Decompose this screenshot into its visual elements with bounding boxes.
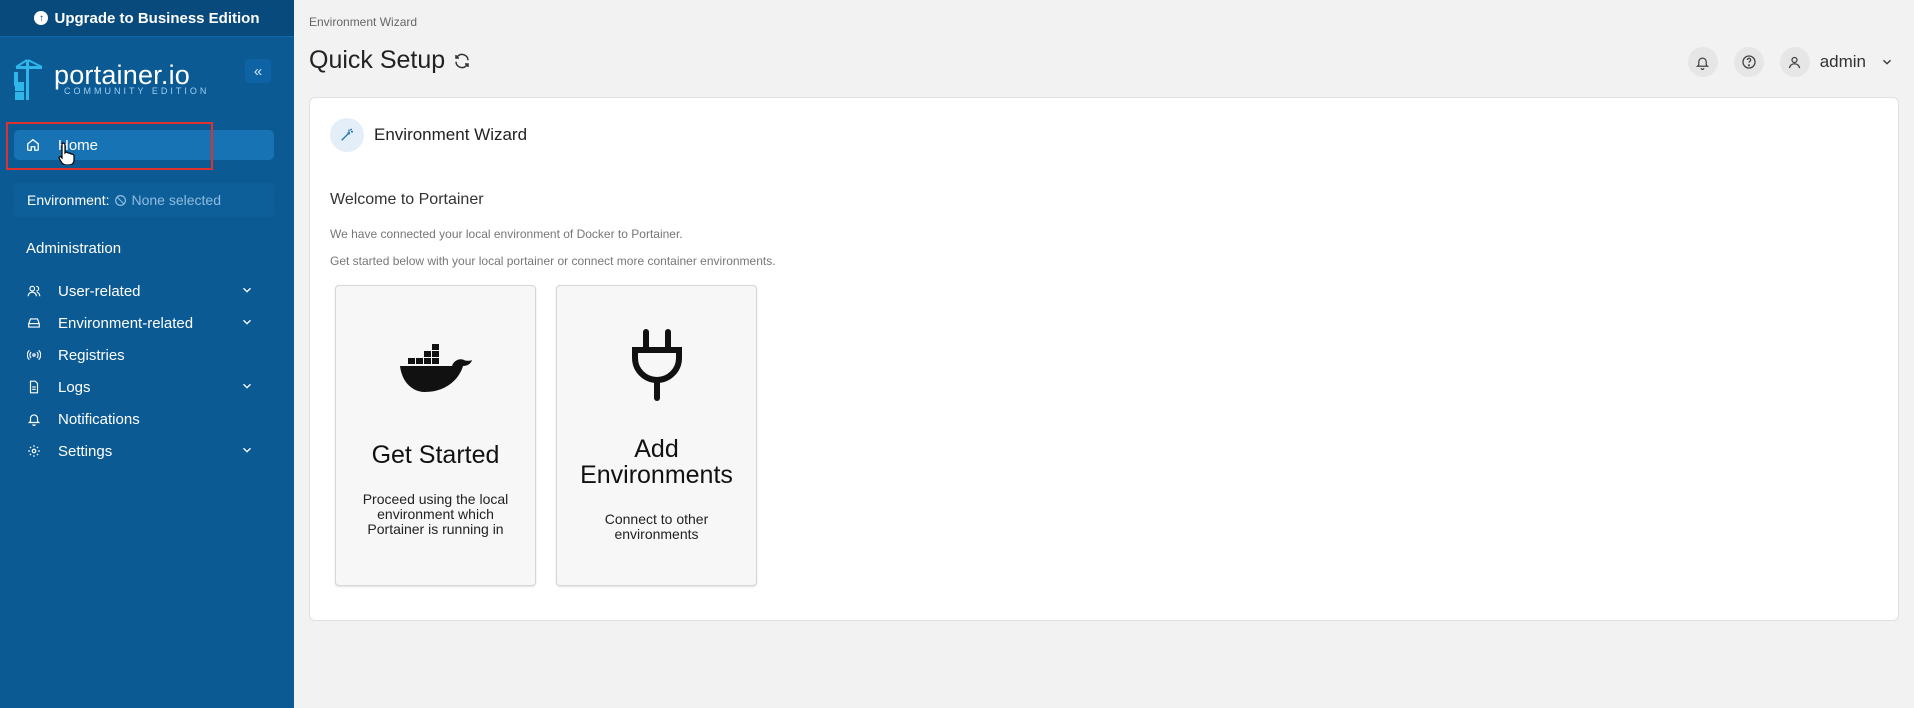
file-text-icon xyxy=(26,379,42,395)
sidebar-item-label: Registries xyxy=(58,346,125,364)
description-line-2: Get started below with your local portai… xyxy=(330,254,776,268)
collapse-sidebar-button[interactable]: « xyxy=(245,59,271,83)
description-line-1: We have connected your local environment… xyxy=(330,227,683,241)
sidebar-item-label: Environment-related xyxy=(58,314,194,332)
help-circle-icon xyxy=(1742,55,1756,69)
help-button[interactable] xyxy=(1733,47,1764,77)
sidebar-item-notifications[interactable]: Notifications xyxy=(14,403,274,435)
notifications-button[interactable] xyxy=(1687,47,1718,77)
add-environments-card[interactable]: Add Environments Connect to other enviro… xyxy=(556,285,757,586)
environment-wizard-panel: Environment Wizard Welcome to Portainer … xyxy=(309,97,1899,621)
page-title-text: Quick Setup xyxy=(309,46,446,74)
logo-subtitle: COMMUNITY EDITION xyxy=(64,86,210,96)
refresh-icon[interactable] xyxy=(453,52,471,70)
sidebar-item-label: User-related xyxy=(58,282,141,300)
user-icon xyxy=(1789,56,1801,68)
chevron-down-icon xyxy=(243,319,251,325)
arrow-up-circle-icon: ↑ xyxy=(34,11,49,25)
environment-selector[interactable]: Environment: None selected xyxy=(14,183,274,217)
portainer-logo[interactable]: portainer.io COMMUNITY EDITION xyxy=(12,56,282,106)
sidebar-item-environment-related[interactable]: Environment-related xyxy=(14,307,274,339)
sidebar-item-logs[interactable]: Logs xyxy=(14,371,274,403)
environment-label: Environment: xyxy=(27,192,110,208)
sidebar-item-label: Notifications xyxy=(58,410,140,428)
sidebar-item-registries[interactable]: Registries xyxy=(14,339,274,371)
hand-cursor-icon xyxy=(58,142,75,165)
user-toolbar: admin xyxy=(1672,47,1894,77)
card-title: Add Environments xyxy=(580,435,733,489)
user-avatar[interactable] xyxy=(1779,47,1810,77)
gear-icon xyxy=(26,443,42,459)
plug-icon xyxy=(631,329,682,401)
get-started-card[interactable]: Get Started Proceed using the local envi… xyxy=(335,285,536,586)
radio-icon xyxy=(26,347,42,363)
breadcrumb: Environment Wizard xyxy=(309,15,418,29)
chevron-down-icon[interactable] xyxy=(1880,55,1894,69)
card-description: Connect to other environments xyxy=(604,511,709,542)
chevron-down-icon xyxy=(243,447,251,453)
chevrons-left-icon: « xyxy=(253,62,263,80)
upgrade-banner[interactable]: ↑ Upgrade to Business Edition xyxy=(0,0,294,37)
administration-heading: Administration xyxy=(26,240,122,257)
bell-icon xyxy=(26,411,42,427)
user-name[interactable]: admin xyxy=(1820,52,1866,72)
panel-title: Environment Wizard xyxy=(374,125,528,144)
sidebar-item-home[interactable]: Home xyxy=(14,130,274,160)
panel-header: Environment Wizard xyxy=(330,118,527,152)
page-title: Quick Setup xyxy=(309,46,471,75)
portainer-crane-icon xyxy=(14,59,43,100)
sidebar-item-label: Logs xyxy=(58,378,91,396)
docker-whale-icon xyxy=(399,344,472,392)
wand-icon xyxy=(330,118,364,152)
sidebar-item-settings[interactable]: Settings xyxy=(14,435,274,467)
bell-icon xyxy=(1696,57,1710,70)
upgrade-label: Upgrade to Business Edition xyxy=(54,9,260,27)
environment-value: None selected xyxy=(131,192,221,208)
hard-drive-icon xyxy=(26,315,42,331)
users-icon xyxy=(26,283,42,299)
chevron-down-icon xyxy=(243,287,251,293)
main-content: Environment Wizard Quick Setup admin Env… xyxy=(294,0,1914,708)
ban-icon xyxy=(115,194,127,206)
welcome-heading: Welcome to Portainer xyxy=(330,191,484,208)
chevron-down-icon xyxy=(243,383,251,389)
sidebar: ↑ Upgrade to Business Edition portainer.… xyxy=(0,0,294,708)
admin-menu: User-related Environment-related Registr… xyxy=(14,275,274,467)
sidebar-item-label: Settings xyxy=(58,442,113,460)
sidebar-item-user-related[interactable]: User-related xyxy=(14,275,274,307)
home-icon xyxy=(26,138,42,152)
card-description: Proceed using the local environment whic… xyxy=(362,491,509,537)
card-title: Get Started xyxy=(371,441,500,469)
